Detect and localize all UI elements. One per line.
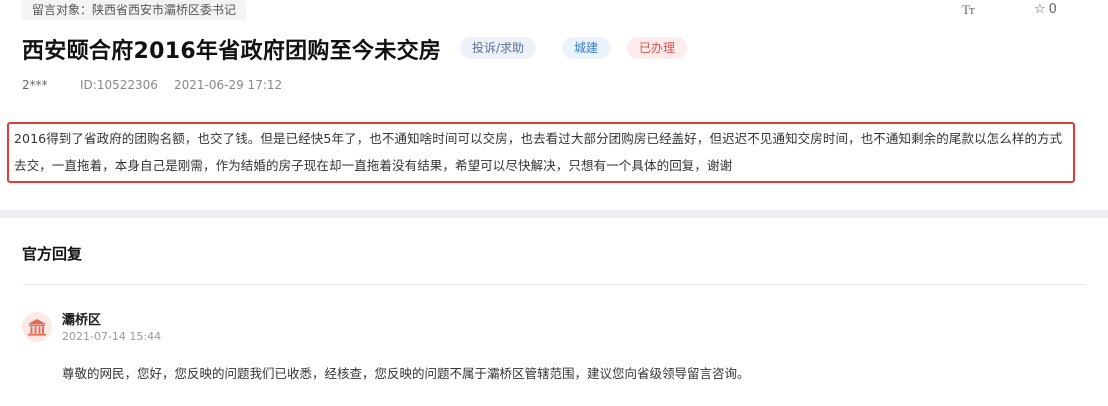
reply-content: 尊敬的网民，您好，您反映的问题我们已收悉，经核查，您反映的问题不属于灞桥区管辖范… <box>62 366 750 381</box>
category-tag: 投诉/求助 <box>460 37 537 59</box>
message-target-label: 留言对象：陕西省西安市灞桥区委书记 <box>22 0 247 20</box>
department-avatar <box>22 312 52 342</box>
message-time: 2021-06-29 17:12 <box>174 78 283 92</box>
favorite-count: 0 <box>1048 2 1057 17</box>
reply-time: 2021-07-14 15:44 <box>62 330 162 343</box>
divider <box>22 284 1086 285</box>
field-tag: 城建 <box>562 37 611 59</box>
star-icon: ☆ <box>1034 2 1046 17</box>
message-id: ID:10522306 <box>80 78 158 92</box>
department-name: 灞桥区 <box>62 313 102 328</box>
page-title: 西安颐合府2016年省政府团购至今未交房 <box>22 39 442 64</box>
font-size-icon: Tт <box>962 2 975 17</box>
font-size-button[interactable]: Tт <box>962 2 975 18</box>
government-building-icon <box>28 319 46 336</box>
status-badge: 已办理 <box>627 37 688 59</box>
reply-heading: 官方回复 <box>22 245 83 263</box>
message-content: 2016得到了省政府的团购名额，也交了钱。但是已经快5年了，也不通知啥时间可以交… <box>14 131 1063 173</box>
author-name: 2*** <box>22 78 48 92</box>
favorite-button[interactable]: ☆ 0 <box>1034 2 1057 17</box>
